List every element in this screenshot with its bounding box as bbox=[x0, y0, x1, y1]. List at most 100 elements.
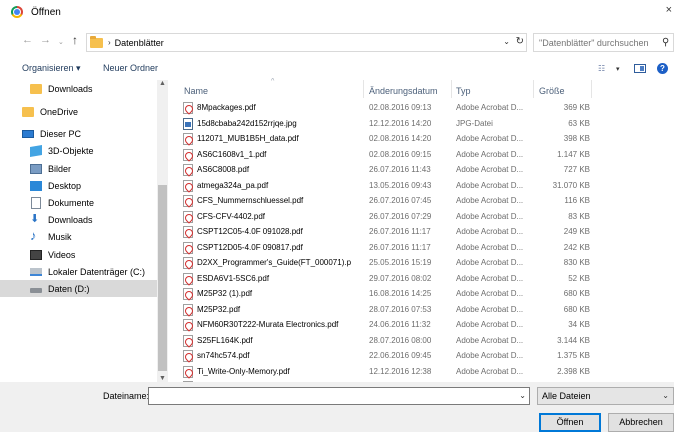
file-size: 727 KB bbox=[563, 165, 590, 174]
file-name: S25FL164K.pdf bbox=[197, 335, 253, 345]
search-input[interactable] bbox=[539, 37, 661, 48]
file-row[interactable]: ESDA6V1-5SC6.pdf 29.07.2016 08:02 Adobe Ac… bbox=[180, 272, 674, 287]
search-box[interactable]: ⚲ bbox=[533, 33, 674, 52]
filename-input[interactable] bbox=[151, 388, 511, 404]
file-date: 02.08.2016 09:13 bbox=[369, 103, 432, 112]
sidebar-item-local-disk-c[interactable]: Lokaler Datenträger (C:) bbox=[0, 263, 157, 280]
address-dropdown-chevron-icon[interactable]: ⌄ bbox=[503, 37, 510, 46]
scroll-down-arrow-icon[interactable]: ▼ bbox=[159, 375, 166, 382]
file-row[interactable]: 112071_MUB1B5H_data.pdf 02.08.2016 14:20 A… bbox=[180, 132, 674, 147]
back-arrow-icon[interactable]: ← bbox=[22, 34, 33, 46]
sidebar-item-documents[interactable]: Dokumente bbox=[0, 194, 157, 211]
sidebar-item-music[interactable]: Musik bbox=[0, 228, 157, 245]
pdf-file-icon bbox=[183, 350, 193, 362]
file-type-select[interactable]: Alle Dateien ⌄ bbox=[537, 387, 674, 405]
open-button[interactable]: Öffnen bbox=[539, 413, 601, 432]
cancel-button[interactable]: Abbrechen bbox=[608, 413, 674, 432]
sidebar-item-downloads-quick[interactable]: Downloads bbox=[0, 80, 157, 97]
file-type: Adobe Acrobat D... bbox=[456, 273, 524, 283]
file-date: 28.07.2016 08:00 bbox=[369, 335, 432, 345]
column-divider[interactable] bbox=[363, 80, 364, 98]
scroll-up-arrow-icon[interactable]: ▲ bbox=[159, 80, 166, 87]
sidebar-item-label: OneDrive bbox=[40, 106, 79, 117]
file-date: 26.07.2016 11:43 bbox=[369, 165, 431, 174]
file-row[interactable]: sn74hc574.pdf 22.06.2016 09:45 Adobe Acrob… bbox=[180, 349, 674, 364]
file-type: Adobe Acrobat D... bbox=[456, 258, 524, 267]
file-date: 13.05.2016 09:43 bbox=[369, 180, 432, 190]
file-date: 26.07.2016 07:45 bbox=[369, 196, 432, 205]
column-divider[interactable] bbox=[451, 80, 452, 98]
sidebar-item-3d-objects[interactable]: 3D-Objekte bbox=[0, 142, 157, 159]
pdf-file-icon bbox=[183, 288, 193, 300]
filename-field[interactable]: ⌄ bbox=[148, 387, 530, 405]
onedrive-icon bbox=[22, 106, 34, 117]
sidebar-item-videos[interactable]: Videos bbox=[0, 246, 157, 263]
sidebar-item-label: Downloads bbox=[48, 214, 93, 225]
file-row[interactable]: M25P32 (1).pdf 16.08.2016 14:25 Adobe Acro… bbox=[180, 287, 674, 302]
file-row[interactable]: AS6C1608v1_1.pdf 02.08.2016 09:15 Adobe Ac… bbox=[180, 148, 674, 163]
view-dropdown-chevron-icon[interactable]: ▾ bbox=[616, 65, 620, 73]
sidebar-item-onedrive[interactable]: OneDrive bbox=[0, 103, 157, 120]
column-header-type[interactable]: Typ bbox=[456, 86, 471, 102]
file-row[interactable]: CSPT12C05-4.0F 091028.pdf 26.07.2016 11:1… bbox=[180, 225, 674, 240]
recent-locations-chevron-icon[interactable]: ⌄ bbox=[58, 38, 64, 46]
file-type: Adobe Acrobat D... bbox=[456, 304, 524, 314]
forward-arrow-icon[interactable]: → bbox=[40, 34, 51, 46]
help-icon[interactable]: ? bbox=[657, 63, 668, 74]
file-row[interactable]: CFS-CFV-4402.pdf 26.07.2016 07:29 Adobe Ac… bbox=[180, 210, 674, 225]
search-icon[interactable]: ⚲ bbox=[662, 37, 669, 48]
view-options-icon[interactable]: ☷ bbox=[598, 64, 605, 73]
desktop-icon bbox=[30, 180, 42, 191]
file-row[interactable]: D2XX_Programmer's_Guide(FT_000071).p 25.0… bbox=[180, 256, 674, 271]
file-size: 1.375 KB bbox=[557, 351, 590, 360]
preview-pane-icon[interactable] bbox=[634, 64, 646, 73]
file-type-dropdown-chevron-icon: ⌄ bbox=[662, 391, 669, 400]
organize-button[interactable]: Organisieren ▾ bbox=[22, 63, 81, 74]
pdf-file-icon bbox=[183, 102, 193, 114]
sidebar-item-daten-d[interactable]: Daten (D:) bbox=[0, 280, 157, 297]
column-header-date[interactable]: Änderungsdatum bbox=[369, 86, 438, 102]
column-divider[interactable] bbox=[591, 80, 592, 98]
scrollbar-thumb[interactable] bbox=[158, 185, 167, 371]
file-size: 242 KB bbox=[563, 242, 590, 252]
file-row[interactable]: S25FL164K.pdf 28.07.2016 08:00 Adobe Acrob… bbox=[180, 334, 674, 349]
file-name: D2XX_Programmer's_Guide(FT_000071).p bbox=[197, 258, 352, 267]
file-date: 16.08.2016 14:25 bbox=[369, 289, 432, 298]
sidebar-item-this-pc[interactable]: Dieser PC bbox=[0, 125, 157, 142]
file-row[interactable]: CSPT12D05-4.0F 090817.pdf 26.07.2016 11:1… bbox=[180, 241, 674, 256]
sidebar-item-label: Dokumente bbox=[48, 197, 95, 208]
file-row[interactable]: M25P32.pdf 28.07.2016 07:53 Adobe Acrobat … bbox=[180, 303, 674, 318]
sidebar-item-label: Bilder bbox=[48, 163, 72, 174]
pdf-file-icon bbox=[183, 179, 193, 192]
new-folder-button[interactable]: Neuer Ordner bbox=[103, 63, 158, 73]
file-size: 1.147 KB bbox=[557, 149, 590, 159]
column-header-size[interactable]: Größe bbox=[539, 86, 565, 102]
up-arrow-icon[interactable]: ↑ bbox=[72, 33, 78, 47]
sidebar-item-downloads[interactable]: Downloads bbox=[0, 211, 157, 228]
file-row[interactable]: 15d8cbaba242d152rrjqe.jpg 12.12.2016 14:2… bbox=[180, 117, 674, 132]
close-icon[interactable]: × bbox=[666, 4, 672, 16]
navigation-pane-scrollbar[interactable]: ▲ ▼ bbox=[157, 80, 168, 382]
sidebar-item-desktop[interactable]: Desktop bbox=[0, 177, 157, 194]
pdf-file-icon bbox=[183, 195, 193, 207]
file-row[interactable]: atmega324a_pa.pdf 13.05.2016 09:43 Adobe A… bbox=[180, 179, 674, 194]
column-header-name[interactable]: Name bbox=[184, 86, 208, 102]
dialog-footer: Dateiname: ⌄ Alle Dateien ⌄ Öffnen Abbre… bbox=[0, 382, 674, 432]
refresh-icon[interactable]: ↻ bbox=[516, 36, 524, 47]
file-row[interactable]: AS6C8008.pdf 26.07.2016 11:43 Adobe Acroba… bbox=[180, 163, 674, 178]
file-row[interactable]: 8Mpackages.pdf 02.08.2016 09:13 Adobe Acro… bbox=[180, 101, 674, 116]
file-type: Adobe Acrobat D... bbox=[456, 366, 524, 376]
file-row[interactable]: Ti_Write-Only-Memory.pdf 12.12.2016 12:38… bbox=[180, 365, 674, 380]
column-divider[interactable] bbox=[533, 80, 534, 98]
filename-dropdown-chevron-icon[interactable]: ⌄ bbox=[519, 391, 526, 400]
sidebar-item-pictures[interactable]: Bilder bbox=[0, 160, 157, 177]
file-date: 26.07.2016 11:17 bbox=[369, 227, 431, 236]
drive-icon bbox=[30, 267, 42, 276]
file-row[interactable]: CFS_Nummernschluessel.pdf 26.07.2016 07:4… bbox=[180, 194, 674, 209]
file-size: 2.398 KB bbox=[557, 366, 590, 376]
breadcrumb-separator-icon[interactable]: › bbox=[108, 38, 111, 47]
breadcrumb-datenblaetter[interactable]: Datenblätter bbox=[115, 38, 164, 48]
address-bar[interactable]: › Datenblätter ⌄ ↻ bbox=[86, 33, 527, 52]
file-type: Adobe Acrobat D... bbox=[456, 103, 524, 112]
file-row[interactable]: NFM60R30T222-Murata Electronics.pdf 24.06… bbox=[180, 318, 674, 333]
